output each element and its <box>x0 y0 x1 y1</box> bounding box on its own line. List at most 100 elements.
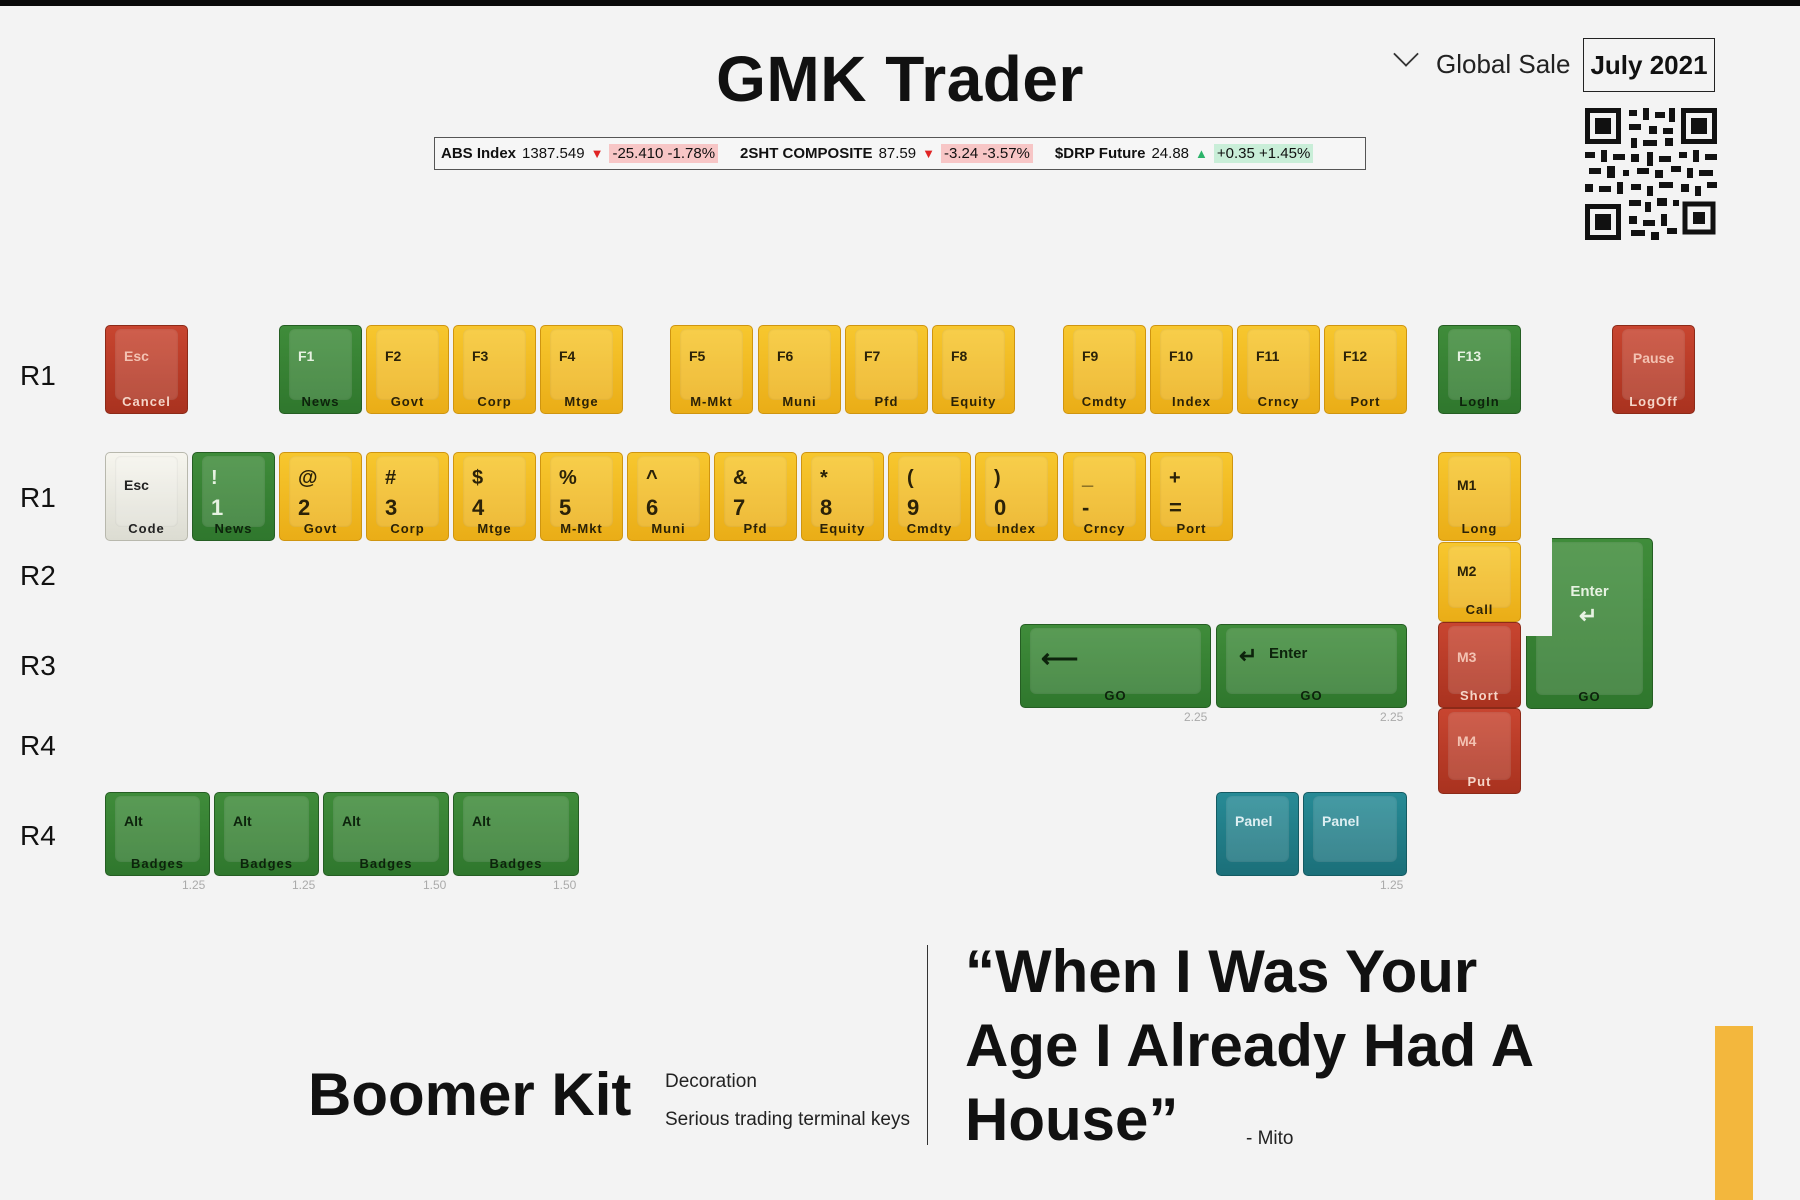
key-sublegend: Mtge <box>477 521 512 536</box>
key-f7[interactable]: F7 Pfd <box>845 325 928 414</box>
key-sublegend: GO <box>1300 688 1323 703</box>
key-sublegend: LogIn <box>1459 394 1500 409</box>
key-legend: Panel <box>1322 813 1360 829</box>
key-legend: F4 <box>559 348 576 364</box>
key-legend: Alt <box>342 813 361 829</box>
key-legend: F2 <box>385 348 402 364</box>
key-sublegend: Badges <box>489 856 543 871</box>
key-esc-code[interactable]: Esc Code <box>105 452 188 541</box>
ticker-change: +0.35 +1.45% <box>1213 144 1314 163</box>
key-sublegend: Muni <box>651 521 686 536</box>
up-arrow-icon: ▲ <box>1195 146 1208 161</box>
key-backspace[interactable]: ⟵ GO <box>1020 624 1211 708</box>
key-m4[interactable]: M4 Put <box>1438 708 1521 794</box>
key-shift-legend: _ <box>1082 467 1094 489</box>
key-f6[interactable]: F6 Muni <box>758 325 841 414</box>
key-shift-legend: ^ <box>646 467 658 489</box>
key-m1[interactable]: M1 Long <box>1438 452 1521 541</box>
key-legend: 7 <box>733 495 746 520</box>
key-5[interactable]: % 5 M-Mkt <box>540 452 623 541</box>
key-sublegend: M-Mkt <box>560 521 603 536</box>
key-sublegend: Equity <box>950 394 997 409</box>
key-f4[interactable]: F4 Mtge <box>540 325 623 414</box>
key-panel-1[interactable]: Panel <box>1216 792 1299 876</box>
key-pause[interactable]: Pause LogOff <box>1612 325 1695 414</box>
size-note: 2.25 <box>1184 710 1208 724</box>
key-sublegend: Port <box>1350 394 1381 409</box>
key-alt-1[interactable]: Alt Badges <box>105 792 210 876</box>
key-7[interactable]: & 7 Pfd <box>714 452 797 541</box>
key-legend: F13 <box>1457 348 1482 364</box>
size-note: 1.50 <box>423 878 447 892</box>
key-minus[interactable]: _ - Crncy <box>1063 452 1146 541</box>
key-alt-2[interactable]: Alt Badges <box>214 792 319 876</box>
ticker-value: 1387.549 <box>522 145 585 162</box>
kit-name: Boomer Kit <box>308 1061 632 1128</box>
size-note: 1.25 <box>292 878 316 892</box>
key-legend: Esc <box>124 477 149 493</box>
key-f10[interactable]: F10 Index <box>1150 325 1233 414</box>
backspace-arrow-icon: ⟵ <box>1041 643 1079 673</box>
key-f8[interactable]: F8 Equity <box>932 325 1015 414</box>
ticker-item-abs: ABS Index 1387.549 ▼ -25.410 -1.78% <box>441 144 719 163</box>
key-alt-4[interactable]: Alt Badges <box>453 792 579 876</box>
accent-bar <box>1715 1026 1753 1200</box>
key-9[interactable]: ( 9 Cmdty <box>888 452 971 541</box>
key-esc-cancel[interactable]: Esc Cancel <box>105 325 188 414</box>
row-label: R3 <box>20 650 56 681</box>
key-legend: M1 <box>1457 477 1477 493</box>
size-note: 1.25 <box>1380 878 1404 892</box>
row-label: R2 <box>20 560 56 591</box>
key-8[interactable]: * 8 Equity <box>801 452 884 541</box>
key-sublegend: Muni <box>782 394 817 409</box>
key-enter[interactable]: ↵ Enter GO <box>1216 624 1407 708</box>
key-f5[interactable]: F5 M-Mkt <box>670 325 753 414</box>
key-sublegend: GO <box>1104 688 1127 703</box>
key-equal[interactable]: + = Port <box>1150 452 1233 541</box>
key-alt-3[interactable]: Alt Badges <box>323 792 449 876</box>
ticker-value: 87.59 <box>878 145 917 162</box>
key-legend: 4 <box>472 495 485 520</box>
key-legend: 9 <box>907 495 920 520</box>
key-m3[interactable]: M3 Short <box>1438 622 1521 708</box>
key-1[interactable]: ! 1 News <box>192 452 275 541</box>
key-legend: F12 <box>1343 348 1368 364</box>
key-legend: M2 <box>1457 563 1477 579</box>
region-dropdown[interactable]: Global Sale <box>1436 49 1570 80</box>
chevron-down-icon[interactable] <box>1393 41 1419 67</box>
key-4[interactable]: $ 4 Mtge <box>453 452 536 541</box>
ticker-value: 24.88 <box>1151 145 1190 162</box>
key-f13[interactable]: F13 LogIn <box>1438 325 1521 414</box>
key-sublegend: GO <box>1578 689 1601 704</box>
size-note: 1.50 <box>553 878 577 892</box>
key-sublegend: M-Mkt <box>690 394 733 409</box>
ticker-change: -25.410 -1.78% <box>609 144 719 163</box>
key-sublegend: LogOff <box>1629 394 1678 409</box>
key-f9[interactable]: F9 Cmdty <box>1063 325 1146 414</box>
key-3[interactable]: # 3 Corp <box>366 452 449 541</box>
key-f3[interactable]: F3 Corp <box>453 325 536 414</box>
key-legend: 3 <box>385 495 398 520</box>
size-note: 1.25 <box>182 878 206 892</box>
key-sublegend: Mtge <box>564 394 599 409</box>
key-6[interactable]: ^ 6 Muni <box>627 452 710 541</box>
key-legend: F8 <box>951 348 968 364</box>
row-label: R4 <box>20 820 56 851</box>
key-f1[interactable]: F1 News <box>279 325 362 414</box>
key-sublegend: Badges <box>240 856 293 871</box>
key-shift-legend: ( <box>907 467 914 489</box>
key-2[interactable]: @ 2 Govt <box>279 452 362 541</box>
key-0[interactable]: ) 0 Index <box>975 452 1058 541</box>
key-legend: 1 <box>211 495 224 520</box>
key-sublegend: Corp <box>390 521 425 536</box>
ticker-name: 2SHT COMPOSITE <box>740 145 873 162</box>
key-f2[interactable]: F2 Govt <box>366 325 449 414</box>
key-f12[interactable]: F12 Port <box>1324 325 1407 414</box>
key-m2[interactable]: M2 Call <box>1438 542 1521 622</box>
key-sublegend: Corp <box>477 394 512 409</box>
key-panel-2[interactable]: Panel <box>1303 792 1407 876</box>
key-sublegend: Long <box>1461 521 1498 536</box>
key-f11[interactable]: F11 Crncy <box>1237 325 1320 414</box>
key-sublegend: Put <box>1467 774 1492 789</box>
key-sublegend: Index <box>1172 394 1211 409</box>
